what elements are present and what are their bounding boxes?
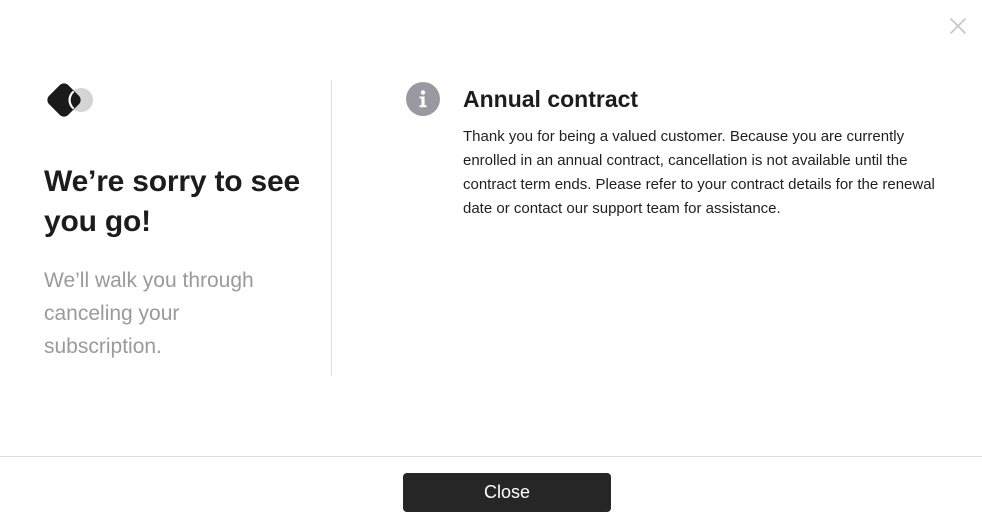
logo-icon	[44, 80, 94, 120]
page-subtitle: We’ll walk you through canceling your su…	[44, 269, 254, 358]
vertical-divider	[331, 80, 332, 376]
page-title: We’re sorry to see you go!	[44, 165, 300, 238]
notice-body: Thank you for being a valued customer. B…	[463, 128, 935, 217]
notice-title: Annual contract	[463, 86, 639, 112]
info-icon	[406, 82, 440, 116]
close-icon[interactable]	[946, 14, 970, 38]
close-button[interactable]: Close	[403, 473, 611, 512]
cancel-subscription-modal: We’re sorry to see you go! We’ll walk yo…	[0, 0, 982, 528]
footer-divider	[0, 456, 982, 457]
